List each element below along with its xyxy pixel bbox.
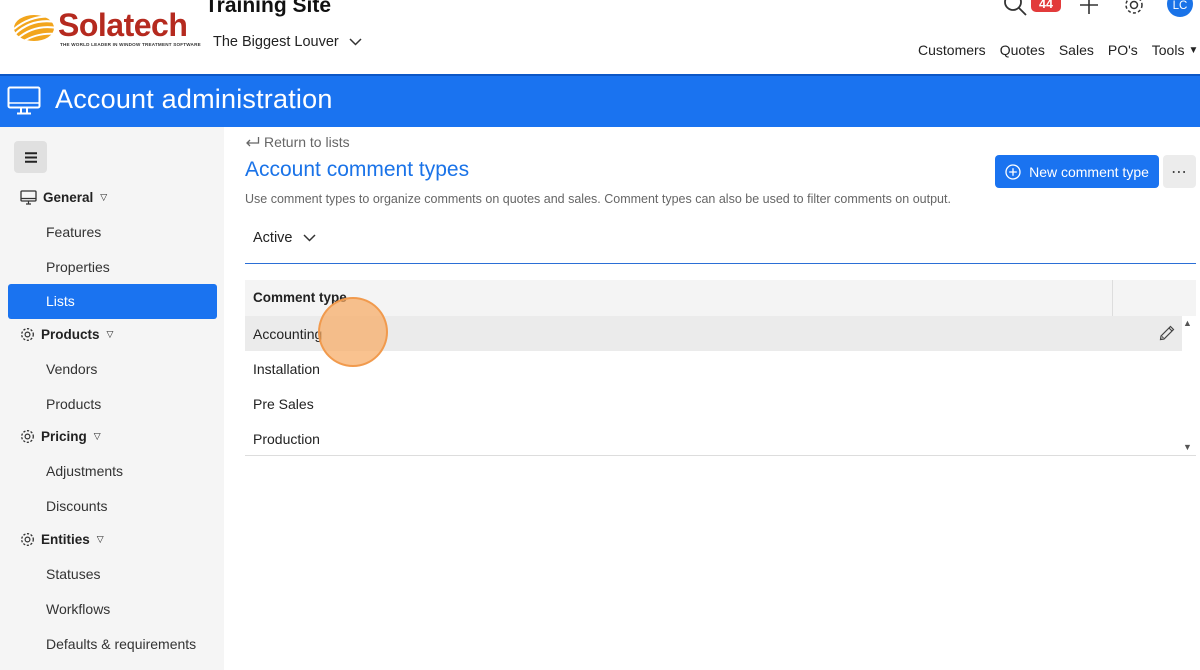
column-divider bbox=[1112, 280, 1113, 316]
banner-title: Account administration bbox=[55, 84, 333, 114]
status-filter-value: Active bbox=[253, 230, 293, 246]
sidebar-section-pricing[interactable]: Pricing ▽ bbox=[20, 429, 101, 444]
gear-icon bbox=[21, 533, 34, 546]
sidebar-item-properties[interactable]: Properties bbox=[8, 250, 217, 285]
nav-quotes[interactable]: Quotes bbox=[1000, 42, 1045, 58]
table-bottom-border bbox=[245, 455, 1196, 456]
sidebar-item-discounts[interactable]: Discounts bbox=[8, 489, 217, 524]
hamburger-icon bbox=[24, 151, 37, 163]
search-icon[interactable] bbox=[1003, 0, 1027, 16]
sidebar-section-entities[interactable]: Entities ▽ bbox=[20, 532, 104, 547]
gear-icon bbox=[21, 430, 34, 443]
table-row[interactable]: Installation bbox=[245, 351, 1182, 386]
nav-pos[interactable]: PO's bbox=[1108, 42, 1138, 58]
pencil-edit-icon[interactable] bbox=[1159, 325, 1175, 341]
plus-icon[interactable] bbox=[1078, 0, 1100, 16]
notification-badge[interactable]: 44 bbox=[1031, 0, 1061, 12]
caret-down-icon: ▽ bbox=[93, 431, 101, 441]
new-button-label: New comment type bbox=[1029, 163, 1149, 180]
sidebar-section-label: Pricing bbox=[41, 429, 87, 444]
sidebar-section-general[interactable]: General ▽ bbox=[20, 190, 107, 205]
top-header: Solatech THE WORLD LEADER IN WINDOW TREA… bbox=[0, 0, 1200, 74]
site-selector-value: The Biggest Louver bbox=[213, 34, 339, 50]
site-title: Training Site bbox=[205, 0, 332, 17]
sidebar-item-products[interactable]: Products bbox=[8, 387, 217, 422]
sidebar-item-features[interactable]: Features bbox=[8, 215, 217, 250]
scroll-down-arrow-icon[interactable]: ▼ bbox=[1183, 442, 1192, 452]
caret-down-icon: ▽ bbox=[100, 192, 108, 202]
comment-types-table: Comment type Accounting Installation Pre… bbox=[245, 280, 1196, 456]
sidebar-item-workflows[interactable]: Workflows bbox=[8, 592, 217, 627]
sidebar-item-statuses[interactable]: Statuses bbox=[8, 557, 217, 592]
return-to-lists-link[interactable]: Return to lists bbox=[245, 134, 350, 150]
user-avatar[interactable]: LC bbox=[1167, 0, 1193, 17]
return-link-label: Return to lists bbox=[264, 134, 350, 150]
monitor-icon bbox=[20, 190, 37, 205]
sidebar-section-products[interactable]: Products ▽ bbox=[20, 327, 113, 342]
more-options-button[interactable]: ⋯ bbox=[1163, 155, 1196, 188]
table-cell-comment-type: Accounting bbox=[253, 326, 323, 342]
nav-sales[interactable]: Sales bbox=[1059, 42, 1094, 58]
solatech-logo[interactable]: Solatech THE WORLD LEADER IN WINDOW TREA… bbox=[12, 6, 201, 50]
return-arrow-icon bbox=[246, 137, 260, 147]
caret-down-icon: ▼ bbox=[1188, 45, 1199, 56]
table-cell-comment-type: Pre Sales bbox=[253, 396, 314, 412]
page-title: Account comment types bbox=[245, 158, 470, 181]
gear-icon[interactable] bbox=[1123, 0, 1145, 16]
nav-tools[interactable]: Tools ▼ bbox=[1152, 42, 1199, 58]
status-filter-dropdown[interactable]: Active bbox=[253, 230, 316, 246]
table-cell-comment-type: Production bbox=[253, 431, 320, 447]
chevron-down-icon bbox=[302, 234, 316, 242]
sidebar-item-lists[interactable]: Lists bbox=[8, 284, 217, 319]
main-nav: Customers Quotes Sales PO's Tools ▼ bbox=[918, 42, 1198, 58]
plus-circle-icon bbox=[1005, 163, 1021, 180]
sidebar-item-adjustments[interactable]: Adjustments bbox=[8, 454, 217, 489]
new-comment-type-button[interactable]: New comment type bbox=[995, 155, 1159, 188]
nav-customers[interactable]: Customers bbox=[918, 42, 986, 58]
menu-toggle-button[interactable] bbox=[14, 141, 47, 173]
nav-tools-label: Tools bbox=[1151, 42, 1185, 58]
caret-down-icon: ▽ bbox=[106, 329, 114, 339]
sidebar: General ▽ Features Properties Lists Prod… bbox=[0, 127, 224, 670]
table-cell-comment-type: Installation bbox=[253, 361, 320, 377]
logo-tagline: THE WORLD LEADER IN WINDOW TREATMENT SOF… bbox=[60, 42, 201, 47]
page-banner: Account administration bbox=[0, 74, 1200, 127]
page-description: Use comment types to organize comments o… bbox=[245, 192, 951, 206]
caret-down-icon: ▽ bbox=[96, 534, 104, 544]
site-selector-dropdown[interactable]: The Biggest Louver bbox=[213, 34, 362, 50]
scroll-up-arrow-icon[interactable]: ▲ bbox=[1183, 318, 1192, 328]
chevron-down-icon bbox=[349, 38, 362, 46]
click-indicator bbox=[318, 297, 388, 367]
sidebar-item-defaults-requirements[interactable]: Defaults & requirements bbox=[8, 627, 217, 662]
filter-underline bbox=[245, 263, 1196, 264]
sidebar-section-label: General bbox=[43, 190, 94, 205]
table-row[interactable]: Pre Sales bbox=[245, 386, 1182, 421]
logo-wordmark: Solatech bbox=[58, 7, 188, 43]
sidebar-item-vendors[interactable]: Vendors bbox=[8, 352, 217, 387]
monitor-icon bbox=[7, 86, 41, 115]
sidebar-section-label: Products bbox=[41, 327, 100, 342]
sun-logo-icon bbox=[13, 15, 58, 43]
gear-icon bbox=[21, 328, 34, 341]
table-row[interactable]: Production bbox=[245, 421, 1182, 456]
table-header: Comment type bbox=[245, 280, 1196, 316]
sidebar-section-label: Entities bbox=[41, 532, 90, 547]
